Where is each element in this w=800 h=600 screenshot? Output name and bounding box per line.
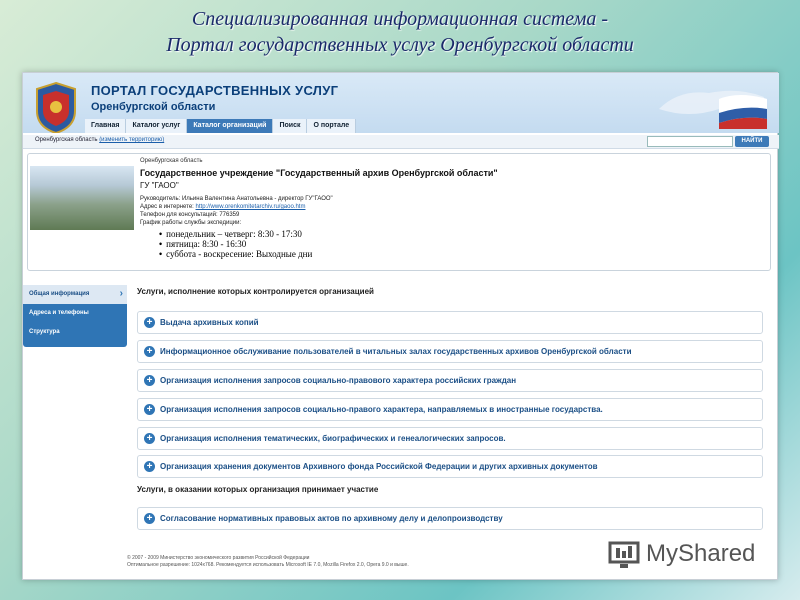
service-label: Выдача архивных копий: [160, 318, 259, 327]
coat-of-arms-icon: [36, 81, 76, 133]
expand-plus-icon: +: [144, 346, 155, 357]
service-label: Организация исполнения тематических, био…: [160, 434, 506, 443]
sidebar: Общая информация › Адреса и телефоны Стр…: [23, 285, 127, 347]
expand-plus-icon: +: [144, 404, 155, 415]
section-heading-controlled: Услуги, исполнение которых контролируетс…: [137, 287, 374, 296]
sidebar-item-structure[interactable]: Структура: [23, 323, 127, 342]
location-region: Оренбургская область: [35, 137, 98, 143]
monitor-icon: [608, 541, 640, 568]
service-item[interactable]: + Согласование нормативных правовых акто…: [137, 507, 763, 530]
expand-plus-icon: +: [144, 513, 155, 524]
main-nav: Главная Каталог услуг Каталог организаци…: [85, 119, 357, 133]
chevron-right-icon: ›: [119, 288, 123, 299]
organization-card: Оренбургская область Государственное учр…: [27, 153, 771, 271]
sidebar-item-general-info[interactable]: Общая информация ›: [23, 285, 127, 304]
org-phone: Телефон для консультаций: 776359: [140, 212, 240, 218]
portal-subtitle: Оренбургской области: [91, 101, 216, 113]
watermark-text: MyShared: [646, 540, 756, 567]
footer-copyright: © 2007 - 2009 Министерство экономическог…: [127, 555, 310, 561]
schedule-item: суббота - воскресение: Выходные дни: [159, 249, 312, 259]
organization-photo: [30, 166, 134, 230]
change-territory-link[interactable]: (изменить территорию): [99, 137, 164, 143]
service-label: Организация исполнения запросов социальн…: [160, 376, 517, 385]
org-head: Руководитель: Ильина Валентина Анатольев…: [140, 196, 333, 202]
browser-frame: ПОРТАЛ ГОСУДАРСТВЕННЫХ УСЛУГ Оренбургско…: [22, 72, 779, 580]
slide-title-line2: Портал государственных услуг Оренбургско…: [166, 34, 634, 56]
portal-header: ПОРТАЛ ГОСУДАРСТВЕННЫХ УСЛУГ Оренбургско…: [23, 73, 779, 133]
nav-services-catalog[interactable]: Каталог услуг: [126, 119, 188, 133]
expand-plus-icon: +: [144, 375, 155, 386]
portal-title: ПОРТАЛ ГОСУДАРСТВЕННЫХ УСЛУГ: [91, 83, 339, 98]
service-item[interactable]: + Информационное обслуживание пользовате…: [137, 340, 763, 363]
service-item[interactable]: + Организация исполнения запросов социал…: [137, 369, 763, 392]
footer: © 2007 - 2009 Министерство экономическог…: [127, 555, 409, 569]
expand-plus-icon: +: [144, 461, 155, 472]
location-bar: Оренбургская область (изменить территори…: [23, 135, 779, 149]
schedule-item: пятница: 8:30 - 16:30: [159, 239, 312, 249]
nav-search[interactable]: Поиск: [273, 119, 308, 133]
expand-plus-icon: +: [144, 317, 155, 328]
section-heading-participates: Услуги, в оказании которых организация п…: [137, 485, 379, 494]
sidebar-item-label: Общая информация: [29, 291, 90, 297]
footer-recommendation: Оптимальное разрешение: 1024x768. Рекоме…: [127, 562, 409, 568]
service-label: Информационное обслуживание пользователе…: [160, 347, 632, 356]
org-schedule-label: График работы службы экспедиции:: [140, 220, 242, 226]
myshared-watermark: MyShared: [608, 538, 768, 574]
service-item[interactable]: + Организация хранения документов Архивн…: [137, 455, 763, 478]
sidebar-item-addresses[interactable]: Адреса и телефоны: [23, 304, 127, 323]
org-website-label: Адрес в интернете:: [140, 204, 194, 210]
org-website: Адрес в интернете: http://www.orenkomite…: [140, 204, 305, 210]
service-item[interactable]: + Организация исполнения тематических, б…: [137, 427, 763, 450]
schedule-list: понедельник – четверг: 8:30 - 17:30 пятн…: [159, 229, 312, 259]
org-short-name: ГУ "ГАОО": [140, 181, 179, 190]
service-label: Согласование нормативных правовых актов …: [160, 514, 503, 523]
org-website-link[interactable]: http://www.orenkomitetarchiv.ru/gaoo.htm: [196, 204, 306, 210]
service-item[interactable]: + Выдача архивных копий: [137, 311, 763, 334]
location: Оренбургская область (изменить территори…: [35, 137, 164, 143]
slide-title: Специализированная информационная систем…: [0, 6, 800, 58]
service-item[interactable]: + Организация исполнения запросов социал…: [137, 398, 763, 421]
search-button[interactable]: НАЙТИ: [735, 136, 769, 147]
org-name: Государственное учреждение "Государствен…: [140, 168, 498, 178]
org-region: Оренбургская область: [140, 158, 203, 164]
expand-plus-icon: +: [144, 433, 155, 444]
slide-title-line1: Специализированная информационная систем…: [191, 8, 609, 30]
schedule-item: понедельник – четверг: 8:30 - 17:30: [159, 229, 312, 239]
services-panel: Услуги, исполнение которых контролируетс…: [133, 281, 775, 545]
service-label: Организация хранения документов Архивног…: [160, 462, 598, 471]
service-label: Организация исполнения запросов социальн…: [160, 405, 603, 414]
nav-organizations-catalog[interactable]: Каталог организаций: [187, 119, 274, 133]
search-input[interactable]: [647, 136, 733, 147]
russia-flag-map-icon: [659, 90, 767, 129]
nav-home[interactable]: Главная: [85, 119, 127, 133]
nav-about[interactable]: О портале: [307, 119, 357, 133]
